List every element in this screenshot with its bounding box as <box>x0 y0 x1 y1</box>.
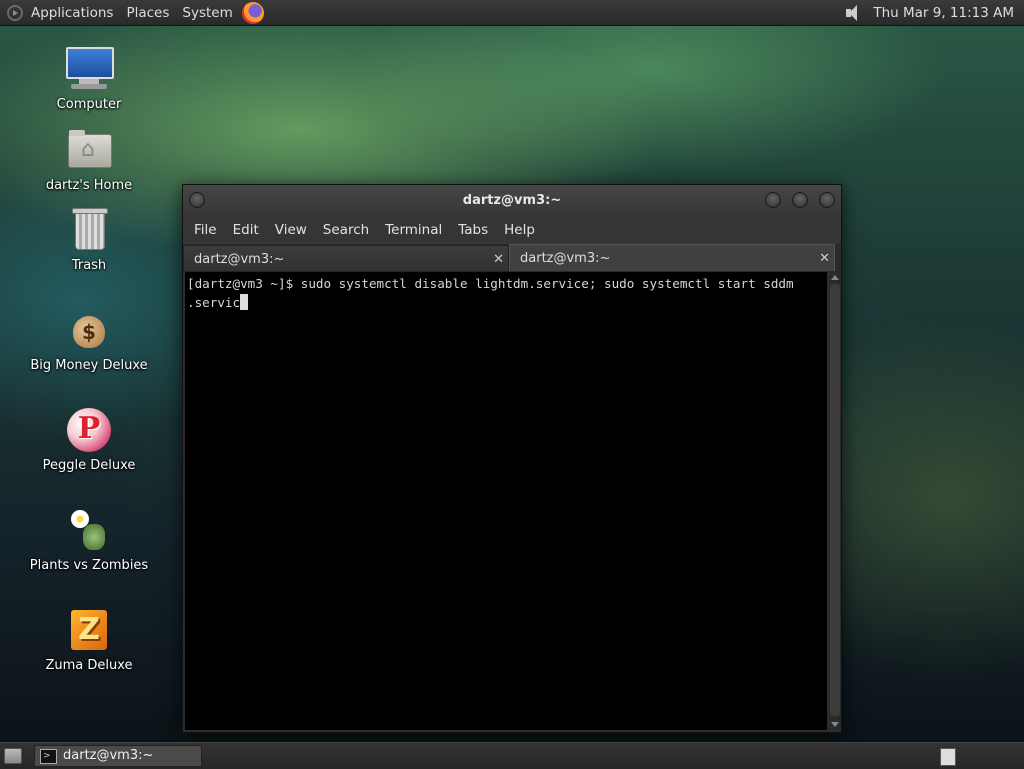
desktop-icon-label: dartz's Home <box>45 178 133 193</box>
menu-terminal[interactable]: Terminal <box>377 222 450 238</box>
tab-label: dartz@vm3:~ <box>520 251 611 266</box>
tab-2[interactable]: dartz@vm3:~ ✕ <box>509 244 835 271</box>
zuma-icon <box>65 606 113 654</box>
computer-icon <box>65 45 114 93</box>
bottom-panel: dartz@vm3:~ <box>0 742 1024 769</box>
home-folder-icon <box>65 126 113 174</box>
terminal-menubar: File Edit View Search Terminal Tabs Help <box>183 216 841 244</box>
desktop-icon-computer[interactable]: Computer <box>24 45 154 112</box>
desktop-icon-big-money[interactable]: Big Money Deluxe <box>24 306 154 373</box>
desktop-icon-label: Big Money Deluxe <box>30 358 148 373</box>
desktop-icon-zuma[interactable]: Zuma Deluxe <box>24 606 154 673</box>
desktop-icon-home[interactable]: dartz's Home <box>24 126 154 193</box>
scroll-down-icon[interactable] <box>831 722 839 727</box>
system-menu[interactable]: System <box>182 5 232 21</box>
desktop-icon-trash[interactable]: Trash <box>24 206 154 273</box>
maximize-icon[interactable] <box>792 192 808 208</box>
menu-tabs[interactable]: Tabs <box>450 222 496 238</box>
plants-vs-zombies-icon <box>65 506 113 554</box>
desktop-icon-label: Trash <box>71 258 107 273</box>
desktop-icon-label: Peggle Deluxe <box>42 458 136 473</box>
menu-edit[interactable]: Edit <box>225 222 267 238</box>
terminal-line: [dartz@vm3 ~]$ sudo systemctl disable li… <box>187 276 794 291</box>
clock[interactable]: Thu Mar 9, 11:13 AM <box>873 5 1014 21</box>
minimize-icon[interactable] <box>765 192 781 208</box>
money-bag-icon <box>65 306 113 354</box>
close-icon[interactable] <box>819 192 835 208</box>
terminal-window[interactable]: dartz@vm3:~ File Edit View Search Termin… <box>182 184 842 733</box>
scroll-up-icon[interactable] <box>831 275 839 280</box>
menu-search[interactable]: Search <box>315 222 377 238</box>
scroll-thumb[interactable] <box>830 284 840 716</box>
desktop-icon-label: Computer <box>56 97 122 112</box>
taskbar-button-terminal[interactable]: dartz@vm3:~ <box>34 745 202 767</box>
tab-1[interactable]: dartz@vm3:~ ✕ <box>183 245 509 272</box>
panel-tray: Thu Mar 9, 11:13 AM <box>843 0 1014 25</box>
tab-close-icon[interactable]: ✕ <box>493 246 504 273</box>
desktop-icon-label: Plants vs Zombies <box>29 558 149 573</box>
tab-bar: dartz@vm3:~ ✕ dartz@vm3:~ ✕ <box>183 244 841 272</box>
peggle-icon <box>65 406 113 454</box>
desktop-icon-plants-vs-zombies[interactable]: Plants vs Zombies <box>24 506 154 573</box>
firefox-icon[interactable] <box>241 1 264 24</box>
speaker-icon[interactable] <box>843 3 865 23</box>
trash-icon <box>65 206 113 254</box>
top-panel: Applications Places System Thu Mar 9, 11… <box>0 0 1024 26</box>
title-bar[interactable]: dartz@vm3:~ <box>183 185 841 216</box>
tab-close-icon[interactable]: ✕ <box>819 245 830 272</box>
workspace-switcher[interactable] <box>940 748 956 766</box>
text-cursor <box>240 294 249 310</box>
terminal-output[interactable]: [dartz@vm3 ~]$ sudo systemctl disable li… <box>185 272 827 730</box>
taskbar-label: dartz@vm3:~ <box>63 748 154 763</box>
terminal-icon <box>40 746 57 766</box>
desktop-icon-label: Zuma Deluxe <box>45 658 133 673</box>
places-menu[interactable]: Places <box>126 5 169 21</box>
desktop-icon-peggle[interactable]: Peggle Deluxe <box>24 406 154 473</box>
applications-menu[interactable]: Applications <box>31 5 113 21</box>
show-desktop-icon[interactable] <box>4 748 22 764</box>
menu-view[interactable]: View <box>267 222 315 238</box>
scrollbar[interactable] <box>829 272 841 730</box>
window-title: dartz@vm3:~ <box>462 193 562 208</box>
terminal-line: .servic <box>187 295 241 310</box>
window-menu-icon[interactable] <box>189 192 205 208</box>
menu-file[interactable]: File <box>186 222 225 238</box>
menu-logo-icon[interactable] <box>7 4 23 21</box>
menu-help[interactable]: Help <box>496 222 543 238</box>
tab-label: dartz@vm3:~ <box>194 252 285 267</box>
